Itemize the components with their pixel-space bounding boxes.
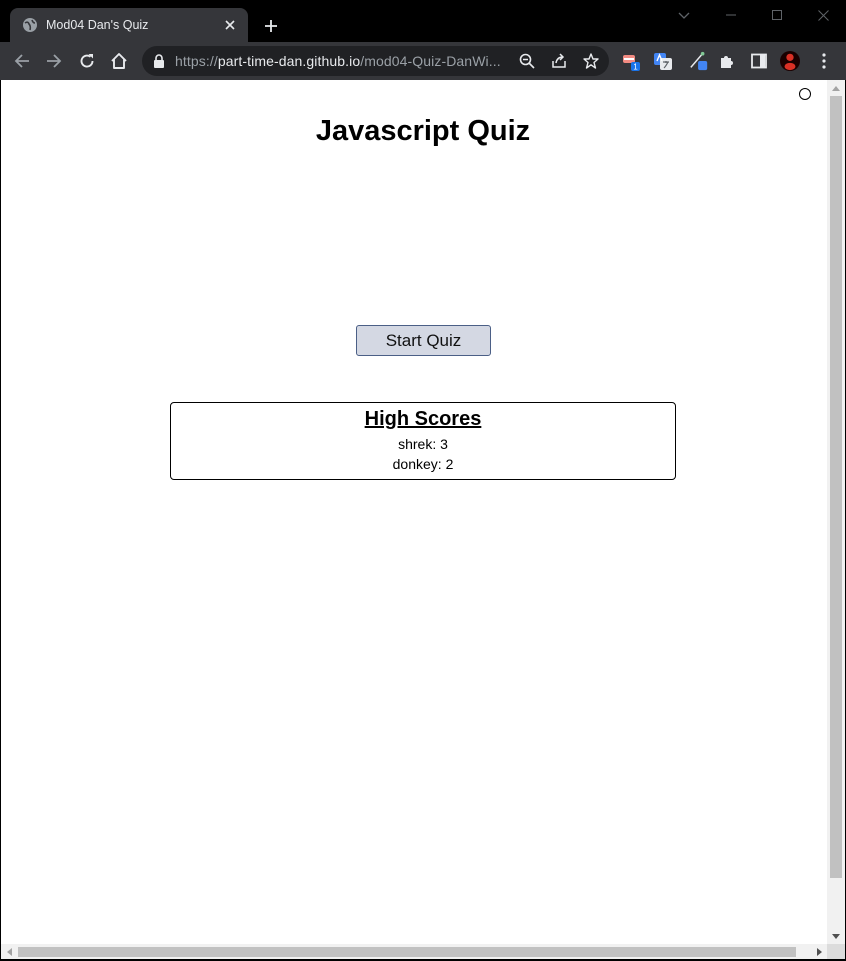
horizontal-scroll-thumb[interactable] [18, 947, 796, 957]
start-quiz-button[interactable]: Start Quiz [356, 325, 491, 356]
scroll-left-icon[interactable] [1, 944, 17, 959]
horizontal-scrollbar[interactable] [1, 944, 827, 959]
score-entry: shrek: 3 [398, 436, 448, 452]
scrollbar-corner [827, 944, 845, 959]
profile-avatar[interactable] [780, 51, 800, 71]
scroll-down-icon[interactable] [827, 928, 845, 944]
plus-icon[interactable] [261, 16, 281, 36]
extension-badge: 1 [633, 63, 638, 72]
kebab-menu-icon[interactable] [814, 51, 834, 71]
home-icon[interactable] [107, 49, 131, 73]
globe-icon [22, 17, 38, 33]
minimize-icon[interactable] [708, 0, 754, 30]
circle-icon [799, 88, 811, 100]
url-text[interactable]: https://part-time-dan.github.io/mod04-Qu… [175, 53, 501, 69]
vertical-scrollbar[interactable] [827, 80, 845, 944]
reload-icon[interactable] [75, 49, 99, 73]
share-icon[interactable] [550, 52, 568, 70]
side-panel-icon[interactable] [749, 51, 769, 71]
lock-icon[interactable] [153, 54, 165, 68]
browser-tab[interactable]: Mod04 Dan's Quiz [10, 8, 248, 42]
page-viewport: Javascript Quiz Start Quiz High Scores s… [1, 80, 845, 959]
maximize-icon[interactable] [754, 0, 800, 30]
scroll-right-icon[interactable] [811, 944, 827, 959]
extension-icon[interactable]: 1 [621, 51, 641, 71]
page-title: Javascript Quiz [315, 115, 531, 147]
address-bar[interactable]: https://part-time-dan.github.io/mod04-Qu… [142, 46, 609, 76]
translate-icon[interactable] [653, 51, 673, 71]
url-path: /mod04-Quiz-DanWi... [360, 53, 501, 69]
title-bar: Mod04 Dan's Quiz [0, 0, 846, 42]
score-entry: donkey: 2 [392, 456, 454, 472]
zoom-out-icon[interactable] [518, 52, 536, 70]
tab-title: Mod04 Dan's Quiz [46, 18, 149, 32]
high-scores-heading: High Scores [364, 408, 482, 430]
url-host: part-time-dan.github.io [217, 53, 361, 69]
puzzle-icon[interactable] [717, 51, 737, 71]
back-arrow-icon[interactable] [10, 49, 34, 73]
url-scheme: https:// [175, 53, 218, 69]
eyedropper-extension-icon[interactable] [689, 51, 709, 71]
browser-toolbar: https://part-time-dan.github.io/mod04-Qu… [0, 42, 846, 80]
star-icon[interactable] [582, 52, 600, 70]
score-list: shrek: 3 donkey: 2 [171, 434, 675, 474]
high-scores-panel: High Scores shrek: 3 donkey: 2 [170, 402, 676, 480]
forward-arrow-icon[interactable] [42, 49, 66, 73]
scroll-up-icon[interactable] [827, 80, 845, 96]
vertical-scroll-thumb[interactable] [830, 96, 842, 878]
window-close-icon[interactable] [800, 0, 846, 30]
close-icon[interactable] [222, 17, 238, 33]
chevron-down-icon[interactable] [676, 8, 692, 24]
